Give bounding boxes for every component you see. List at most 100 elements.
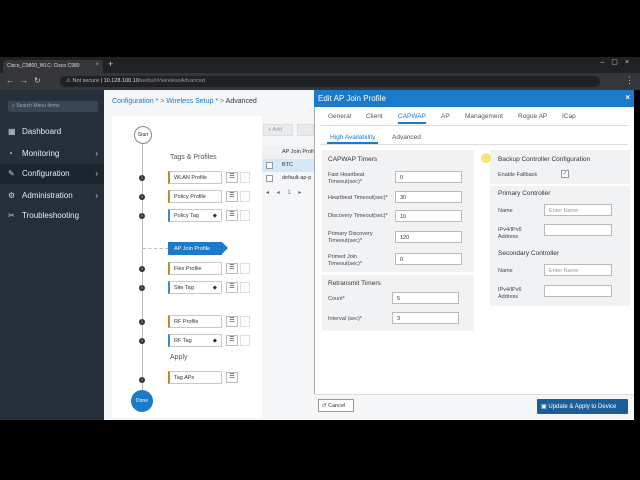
list-icon[interactable]: ☰ bbox=[226, 372, 238, 383]
tab-capwap[interactable]: CAPWAP bbox=[398, 113, 426, 124]
tab-client[interactable]: Client bbox=[366, 113, 383, 120]
flow-ap-join-profile[interactable]: AP Join Profile bbox=[168, 242, 222, 255]
new-tab-icon[interactable]: + bbox=[108, 59, 113, 69]
info-icon[interactable]: i bbox=[139, 319, 145, 325]
list-icon[interactable]: ☰ bbox=[226, 282, 238, 293]
administration-icon: ⚙ bbox=[8, 191, 16, 200]
breadcrumb-wireless-setup[interactable]: Wireless Setup * bbox=[166, 98, 218, 105]
enable-fallback-checkbox[interactable]: ✓ bbox=[561, 170, 569, 178]
more-icon[interactable]: ⋮ bbox=[240, 172, 250, 183]
primary-name-field[interactable]: Enter Name bbox=[544, 204, 612, 216]
discovery-field[interactable]: 10 bbox=[395, 210, 462, 222]
flow-rf-profile[interactable]: RF Profile bbox=[168, 315, 222, 328]
interval-label: Interval (sec)* bbox=[328, 316, 362, 322]
secondary-ip-field[interactable] bbox=[544, 285, 612, 297]
sidebar-item-label: Administration bbox=[22, 191, 73, 200]
close-tab-icon[interactable]: × bbox=[95, 62, 99, 68]
tab-rogue-ap[interactable]: Rogue AP bbox=[518, 113, 547, 120]
count-field[interactable]: 5 bbox=[392, 292, 459, 304]
more-icon[interactable]: ⋮ bbox=[240, 210, 250, 221]
primary-discovery-field[interactable]: 120 bbox=[395, 231, 462, 243]
retransmit-timers-title: Retransmit Timers bbox=[328, 280, 381, 287]
close-icon[interactable]: × bbox=[625, 93, 630, 102]
more-icon[interactable]: ⋮ bbox=[240, 282, 250, 293]
dashboard-icon: ▦ bbox=[8, 127, 16, 136]
window-controls[interactable]: –▢× bbox=[600, 58, 636, 66]
list-icon[interactable]: ☰ bbox=[226, 335, 238, 346]
interval-field[interactable]: 3 bbox=[392, 312, 459, 324]
breadcrumb-separator: > bbox=[160, 98, 165, 105]
sidebar-item-troubleshooting[interactable]: ✂ Troubleshooting bbox=[0, 206, 104, 226]
table-row[interactable]: BTC bbox=[262, 159, 314, 172]
sidebar-item-configuration[interactable]: ✎ Configuration › bbox=[0, 164, 104, 184]
list-icon[interactable]: ☰ bbox=[226, 263, 238, 274]
list-icon[interactable]: ☰ bbox=[226, 210, 238, 221]
delete-button[interactable] bbox=[297, 124, 314, 136]
secondary-name-field[interactable]: Enter Name bbox=[544, 264, 612, 276]
flow-policy-profile[interactable]: Policy Profile bbox=[168, 190, 222, 203]
breadcrumb-configuration[interactable]: Configuration * bbox=[112, 98, 158, 105]
row-checkbox[interactable] bbox=[266, 175, 273, 182]
flow-site-tag[interactable]: Site Tag ◆ bbox=[168, 281, 222, 294]
more-icon[interactable]: ⋮ bbox=[240, 335, 250, 346]
subtab-high-availability[interactable]: High Availability bbox=[327, 133, 379, 144]
capwap-timers-title: CAPWAP Timers bbox=[328, 156, 378, 163]
update-apply-label: Update & Apply to Device bbox=[548, 404, 617, 410]
update-apply-button[interactable]: ▣ Update & Apply to Device bbox=[537, 399, 628, 414]
info-icon[interactable]: i bbox=[139, 213, 145, 219]
fast-heartbeat-field[interactable]: 0 bbox=[395, 171, 462, 183]
row-checkbox[interactable] bbox=[266, 162, 273, 169]
flow-tag-aps[interactable]: Tag APs bbox=[168, 371, 222, 384]
flow-site-tag-label: Site Tag bbox=[174, 285, 194, 291]
url-bar[interactable]: ⚠ Not secure | 10.128.100.10/webui/#/wir… bbox=[60, 76, 600, 87]
sidebar-item-label: Configuration bbox=[22, 169, 70, 178]
info-icon[interactable]: i bbox=[139, 175, 145, 181]
mouse-cursor-highlight bbox=[481, 153, 491, 163]
sidebar-item-monitoring[interactable]: ◔ Monitoring › bbox=[0, 144, 104, 164]
browser-nav-buttons[interactable]: ←→↻ bbox=[6, 76, 47, 85]
flow-policy-tag[interactable]: Policy Tag ◆ bbox=[168, 209, 222, 222]
sidebar-item-administration[interactable]: ⚙ Administration › bbox=[0, 186, 104, 206]
tab-icap[interactable]: ICap bbox=[562, 113, 576, 120]
configuration-icon: ✎ bbox=[8, 169, 15, 178]
list-icon[interactable]: ☰ bbox=[226, 316, 238, 327]
tab-management[interactable]: Management bbox=[465, 113, 503, 120]
browser-menu-icon[interactable]: ⋮ bbox=[625, 75, 634, 86]
enable-fallback-label: Enable Fallback bbox=[498, 172, 538, 178]
more-icon[interactable]: ⋮ bbox=[240, 316, 250, 327]
heartbeat-field[interactable]: 30 bbox=[395, 191, 462, 203]
done-node[interactable]: Done bbox=[131, 390, 153, 412]
breadcrumb: Configuration * > Wireless Setup * > Adv… bbox=[112, 98, 257, 105]
info-icon[interactable]: i bbox=[139, 266, 145, 272]
cancel-button[interactable]: ↺ Cancel bbox=[318, 399, 354, 412]
more-icon[interactable]: ⋮ bbox=[240, 263, 250, 274]
list-icon[interactable]: ☰ bbox=[226, 191, 238, 202]
secondary-ip-label: IPv4/IPv6 Address bbox=[498, 287, 522, 300]
sidebar-item-dashboard[interactable]: ▦ Dashboard bbox=[0, 122, 104, 142]
primary-controller-title: Primary Controller bbox=[498, 190, 551, 197]
info-icon[interactable]: i bbox=[139, 338, 145, 344]
primed-join-label: Primed Join Timeout(sec)* bbox=[328, 254, 363, 267]
primary-name-label: Name bbox=[498, 208, 513, 214]
table-row[interactable]: default-ap-p bbox=[262, 172, 314, 185]
sidebar-item-label: Monitoring bbox=[22, 149, 60, 158]
tab-ap[interactable]: AP bbox=[441, 113, 450, 120]
flow-wlan-profile[interactable]: WLAN Profile bbox=[168, 171, 222, 184]
subtab-advanced[interactable]: Advanced bbox=[389, 133, 424, 142]
chevron-right-icon: › bbox=[95, 149, 98, 158]
add-button[interactable]: + Add bbox=[263, 124, 293, 136]
list-icon[interactable]: ☰ bbox=[226, 172, 238, 183]
info-icon[interactable]: i bbox=[139, 285, 145, 291]
more-icon[interactable]: ⋮ bbox=[240, 191, 250, 202]
browser-tab[interactable]: Cisco_C9800_WLC: Cisco C980 × bbox=[3, 60, 103, 73]
primed-join-field[interactable]: 0 bbox=[395, 253, 462, 265]
info-icon[interactable]: i bbox=[139, 194, 145, 200]
primary-ip-field[interactable] bbox=[544, 224, 612, 236]
flow-flex-profile[interactable]: Flex Profile bbox=[168, 262, 222, 275]
search-placeholder: Search Menu Items bbox=[16, 103, 60, 109]
tab-general[interactable]: General bbox=[328, 113, 351, 120]
info-icon[interactable]: i bbox=[139, 377, 145, 383]
table-pager[interactable]: ◂ ◂ 1 ▸ bbox=[266, 189, 304, 196]
flow-rf-tag[interactable]: RF Tag ◆ bbox=[168, 334, 222, 347]
search-input[interactable]: ⌕ Search Menu Items bbox=[8, 101, 98, 112]
